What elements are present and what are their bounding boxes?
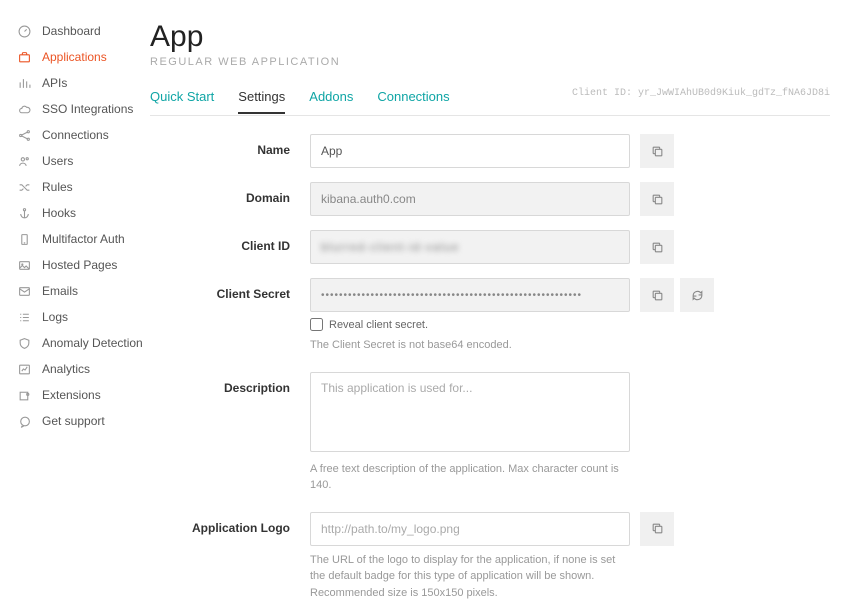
copy-logo-url-button[interactable] — [640, 512, 674, 546]
tab-connections[interactable]: Connections — [377, 89, 449, 112]
label-domain: Domain — [150, 182, 310, 205]
image-icon — [18, 259, 36, 272]
sidebar-item-support[interactable]: Get support — [18, 408, 150, 434]
sidebar-item-analytics[interactable]: Analytics — [18, 356, 150, 382]
sidebar-item-label: SSO Integrations — [42, 102, 133, 116]
row-app-logo: Application Logo The URL of the logo to … — [150, 512, 830, 601]
sidebar: Dashboard Applications APIs SSO Integrat… — [0, 0, 150, 595]
copy-client-id-button[interactable] — [640, 230, 674, 264]
reveal-secret-checkbox[interactable]: Reveal client secret. — [310, 318, 630, 331]
sidebar-item-label: Dashboard — [42, 24, 101, 38]
client-secret-input: ••••••••••••••••••••••••••••••••••••••••… — [310, 278, 630, 312]
domain-input — [310, 182, 630, 216]
sidebar-item-label: Emails — [42, 284, 78, 298]
sidebar-item-label: Multifactor Auth — [42, 232, 125, 246]
list-icon — [18, 311, 36, 324]
tab-bar: Quick Start Settings Addons Connections … — [150, 86, 830, 116]
app-logo-input[interactable] — [310, 512, 630, 546]
sidebar-item-connections[interactable]: Connections — [18, 122, 150, 148]
mail-icon — [18, 285, 36, 298]
anchor-icon — [18, 207, 36, 220]
sidebar-item-hosted-pages[interactable]: Hosted Pages — [18, 252, 150, 278]
copy-domain-button[interactable] — [640, 182, 674, 216]
shuffle-icon — [18, 181, 36, 194]
cloud-icon — [18, 103, 36, 116]
copy-name-button[interactable] — [640, 134, 674, 168]
tab-addons[interactable]: Addons — [309, 89, 353, 112]
label-name: Name — [150, 134, 310, 157]
page-title: App — [150, 20, 830, 54]
client-id-display: Client ID: yr_JwWIAhUB0d9Kiuk_gdTz_fNA6J… — [572, 88, 830, 99]
row-client-secret: Client Secret ••••••••••••••••••••••••••… — [150, 278, 830, 354]
row-description: Description A free text description of t… — [150, 372, 830, 494]
label-client-secret: Client Secret — [150, 278, 310, 301]
sidebar-item-label: Hosted Pages — [42, 258, 117, 272]
bars-icon — [18, 77, 36, 90]
reveal-secret-label: Reveal client secret. — [329, 319, 428, 331]
device-icon — [18, 233, 36, 246]
sidebar-item-rules[interactable]: Rules — [18, 174, 150, 200]
share-icon — [18, 129, 36, 142]
page-subtitle: REGULAR WEB APPLICATION — [150, 56, 830, 68]
description-help: A free text description of the applicati… — [310, 461, 630, 494]
chart-icon — [18, 363, 36, 376]
row-domain: Domain — [150, 182, 830, 216]
label-client-id: Client ID — [150, 230, 310, 253]
blurred-value: blurred-client-id-value — [321, 240, 459, 254]
sidebar-item-applications[interactable]: Applications — [18, 44, 150, 70]
copy-icon — [651, 145, 664, 158]
puzzle-icon — [18, 389, 36, 402]
app-logo-help: The URL of the logo to display for the a… — [310, 552, 630, 601]
sidebar-item-label: Anomaly Detection — [42, 336, 143, 350]
sidebar-item-apis[interactable]: APIs — [18, 70, 150, 96]
sidebar-item-label: Extensions — [42, 388, 101, 402]
users-icon — [18, 155, 36, 168]
sidebar-item-dashboard[interactable]: Dashboard — [18, 18, 150, 44]
row-name: Name — [150, 134, 830, 168]
sidebar-item-label: Hooks — [42, 206, 76, 220]
refresh-icon — [691, 289, 704, 302]
sidebar-item-hooks[interactable]: Hooks — [18, 200, 150, 226]
settings-form: Name Domain Client ID — [150, 134, 830, 601]
sidebar-item-label: Rules — [42, 180, 73, 194]
label-description: Description — [150, 372, 310, 395]
description-textarea[interactable] — [310, 372, 630, 452]
sidebar-item-anomaly[interactable]: Anomaly Detection — [18, 330, 150, 356]
tab-quick-start[interactable]: Quick Start — [150, 89, 214, 112]
sidebar-item-sso[interactable]: SSO Integrations — [18, 96, 150, 122]
sidebar-item-multifactor[interactable]: Multifactor Auth — [18, 226, 150, 252]
client-secret-help: The Client Secret is not base64 encoded. — [310, 337, 630, 354]
sidebar-item-users[interactable]: Users — [18, 148, 150, 174]
copy-icon — [651, 241, 664, 254]
sidebar-item-label: Users — [42, 154, 73, 168]
sidebar-item-label: APIs — [42, 76, 67, 90]
chat-icon — [18, 415, 36, 428]
copy-icon — [651, 522, 664, 535]
sidebar-item-extensions[interactable]: Extensions — [18, 382, 150, 408]
row-client-id: Client ID blurred-client-id-value — [150, 230, 830, 264]
briefcase-icon — [18, 51, 36, 64]
gauge-icon — [18, 25, 36, 38]
sidebar-item-label: Analytics — [42, 362, 90, 376]
client-id-input: blurred-client-id-value — [310, 230, 630, 264]
label-app-logo: Application Logo — [150, 512, 310, 535]
sidebar-item-label: Connections — [42, 128, 109, 142]
name-input[interactable] — [310, 134, 630, 168]
rotate-client-secret-button[interactable] — [680, 278, 714, 312]
copy-icon — [651, 289, 664, 302]
copy-client-secret-button[interactable] — [640, 278, 674, 312]
sidebar-item-logs[interactable]: Logs — [18, 304, 150, 330]
shield-icon — [18, 337, 36, 350]
sidebar-item-label: Logs — [42, 310, 68, 324]
reveal-secret-input[interactable] — [310, 318, 323, 331]
sidebar-item-label: Applications — [42, 50, 107, 64]
sidebar-item-emails[interactable]: Emails — [18, 278, 150, 304]
sidebar-item-label: Get support — [42, 414, 105, 428]
tab-settings[interactable]: Settings — [238, 89, 285, 114]
main-content: App REGULAR WEB APPLICATION Quick Start … — [150, 0, 858, 595]
copy-icon — [651, 193, 664, 206]
